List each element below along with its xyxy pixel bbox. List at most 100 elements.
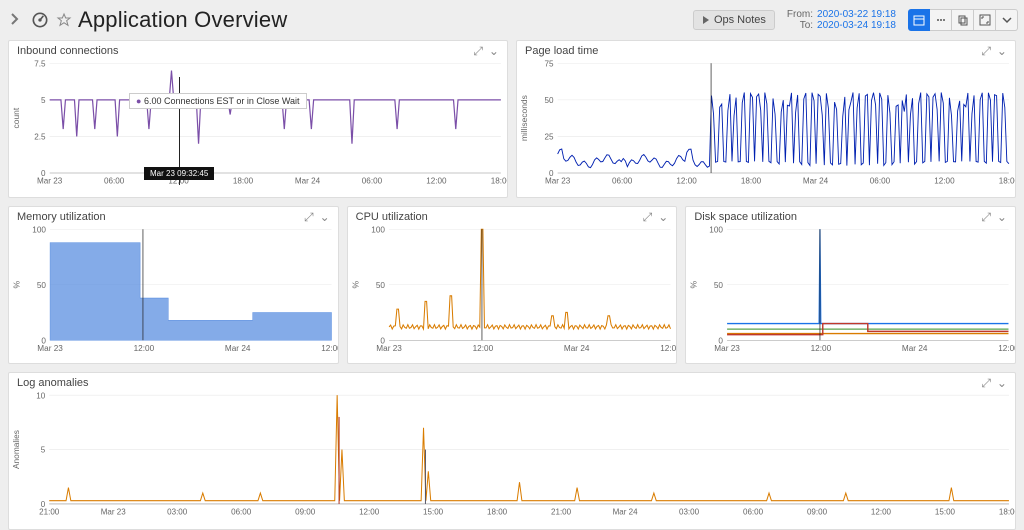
panel-memory-utilization: Memory utilization ⤢⌄ 050100Mar 2312:00M… (8, 206, 339, 364)
svg-text:%: % (11, 280, 21, 288)
svg-text:12:00: 12:00 (134, 343, 155, 353)
panel-title: Inbound connections (17, 45, 473, 57)
panel-title: Page load time (525, 45, 981, 57)
svg-text:12:00: 12:00 (811, 343, 832, 353)
more-button[interactable] (996, 9, 1018, 31)
svg-text:09:00: 09:00 (295, 507, 316, 516)
svg-text:Mar 24: Mar 24 (564, 343, 590, 353)
svg-text:milliseconds: milliseconds (519, 95, 529, 141)
svg-text:12:00: 12:00 (472, 343, 493, 353)
svg-text:12:00: 12:00 (676, 175, 697, 185)
to-value: 2020-03-24 19:18 (817, 20, 896, 31)
svg-text:12:00: 12:00 (934, 175, 955, 185)
panel-page-load-time: Page load time ⤢ ⌄ 0255075Mar 2306:0012:… (516, 40, 1016, 198)
legend-chevron-icon[interactable]: ⌄ (761, 191, 771, 198)
svg-text:10: 10 (36, 391, 45, 400)
svg-text:12:00: 12:00 (168, 175, 189, 185)
header-toolbar (908, 9, 1018, 31)
svg-text:12:00: 12:00 (999, 343, 1015, 353)
svg-text:Mar 24: Mar 24 (902, 343, 928, 353)
svg-text:5: 5 (41, 95, 46, 105)
svg-text:12:00: 12:00 (871, 507, 892, 516)
svg-text:18:00: 18:00 (999, 507, 1015, 516)
chevron-down-icon[interactable]: ⌄ (489, 45, 499, 57)
svg-text:12:00: 12:00 (359, 507, 380, 516)
svg-text:18:00: 18:00 (491, 175, 507, 185)
sidebar-toggle[interactable] (6, 10, 24, 31)
svg-text:06:00: 06:00 (743, 507, 764, 516)
chevron-down-icon[interactable]: ⌄ (997, 211, 1007, 223)
chart-cpu[interactable]: 050100Mar 2312:00Mar 2412:00% (348, 225, 677, 359)
page-title: Application Overview (78, 7, 287, 33)
svg-text:06:00: 06:00 (104, 175, 125, 185)
calendar-icon (913, 14, 925, 26)
chart-inbound[interactable]: 02.557.5Mar 2306:0012:0018:00Mar 2406:00… (9, 59, 507, 192)
svg-text:21:00: 21:00 (551, 507, 572, 516)
expand-icon[interactable]: ⤢ (981, 377, 991, 389)
svg-text:%: % (689, 280, 699, 288)
expand-icon[interactable]: ⤢ (981, 45, 991, 57)
from-label: From: (787, 9, 813, 20)
svg-text:Mar 24: Mar 24 (613, 507, 638, 516)
svg-text:7.5: 7.5 (34, 59, 46, 68)
svg-text:06:00: 06:00 (870, 175, 891, 185)
legend-chevron-icon[interactable]: ⌄ (253, 191, 263, 198)
svg-text:Mar 23: Mar 23 (545, 175, 571, 185)
svg-text:15:00: 15:00 (935, 507, 956, 516)
chart-disk[interactable]: 050100Mar 2312:00Mar 2412:00% (686, 225, 1015, 359)
svg-text:Mar 24: Mar 24 (295, 175, 321, 185)
header: Application Overview Ops Notes From: To:… (0, 0, 1024, 40)
svg-text:50: 50 (37, 280, 46, 290)
svg-text:Mar 23: Mar 23 (37, 175, 63, 185)
ops-notes-label: Ops Notes (714, 14, 766, 26)
favorite-star-icon[interactable] (56, 12, 72, 28)
copy-button[interactable] (952, 9, 974, 31)
dashboard-icon (30, 10, 50, 30)
svg-text:50: 50 (714, 280, 723, 290)
panel-disk-space-utilization: Disk space utilization ⤢⌄ 050100Mar 2312… (685, 206, 1016, 364)
copy-icon (957, 14, 969, 26)
dots-icon (935, 14, 947, 26)
panel-log-anomalies: Log anomalies ⤢⌄ 051021:00Mar 2303:0006:… (8, 372, 1016, 530)
svg-text:Mar 23: Mar 23 (37, 343, 63, 353)
svg-text:09:00: 09:00 (807, 507, 828, 516)
svg-text:12:00: 12:00 (426, 175, 447, 185)
expand-icon[interactable]: ⤢ (473, 45, 483, 57)
time-range[interactable]: From: To: 2020-03-22 19:18 2020-03-24 19… (781, 9, 902, 31)
svg-text:18:00: 18:00 (741, 175, 762, 185)
fit-icon (979, 14, 991, 26)
svg-text:12:00: 12:00 (660, 343, 676, 353)
chart-anomalies[interactable]: 051021:00Mar 2303:0006:0009:0012:0015:00… (9, 391, 1015, 523)
chevron-down-icon[interactable]: ⌄ (320, 211, 330, 223)
svg-text:Mar 23: Mar 23 (101, 507, 126, 516)
fit-button[interactable] (974, 9, 996, 31)
svg-text:06:00: 06:00 (362, 175, 383, 185)
svg-text:%: % (350, 280, 360, 288)
ops-notes-button[interactable]: Ops Notes (693, 10, 775, 30)
svg-text:100: 100 (371, 225, 385, 235)
calendar-button[interactable] (908, 9, 930, 31)
svg-text:06:00: 06:00 (231, 507, 252, 516)
expand-icon[interactable]: ⤢ (643, 211, 653, 223)
dots-button[interactable] (930, 9, 952, 31)
svg-text:18:00: 18:00 (233, 175, 254, 185)
svg-text:count: count (11, 107, 21, 128)
chevron-down-icon[interactable]: ⌄ (997, 377, 1007, 389)
chart-pageload[interactable]: 0255075Mar 2306:0012:0018:00Mar 2406:001… (517, 59, 1015, 192)
panel-cpu-utilization: CPU utilization ⤢⌄ 050100Mar 2312:00Mar … (347, 206, 678, 364)
to-label: To: (787, 20, 813, 31)
chevron-down-icon[interactable]: ⌄ (997, 45, 1007, 57)
svg-text:100: 100 (710, 225, 724, 235)
svg-text:12:00: 12:00 (321, 343, 337, 353)
expand-icon[interactable]: ⤢ (981, 211, 991, 223)
chart-memory[interactable]: 050100Mar 2312:00Mar 2412:00% (9, 225, 338, 359)
expand-icon[interactable]: ⤢ (304, 211, 314, 223)
svg-text:100: 100 (32, 225, 46, 235)
play-icon (702, 16, 710, 24)
from-value: 2020-03-22 19:18 (817, 9, 896, 20)
svg-text:Mar 24: Mar 24 (225, 343, 251, 353)
chevron-down-icon[interactable]: ⌄ (658, 211, 668, 223)
panel-title: CPU utilization (356, 211, 643, 223)
panel-title: Memory utilization (17, 211, 304, 223)
svg-text:25: 25 (545, 131, 554, 141)
